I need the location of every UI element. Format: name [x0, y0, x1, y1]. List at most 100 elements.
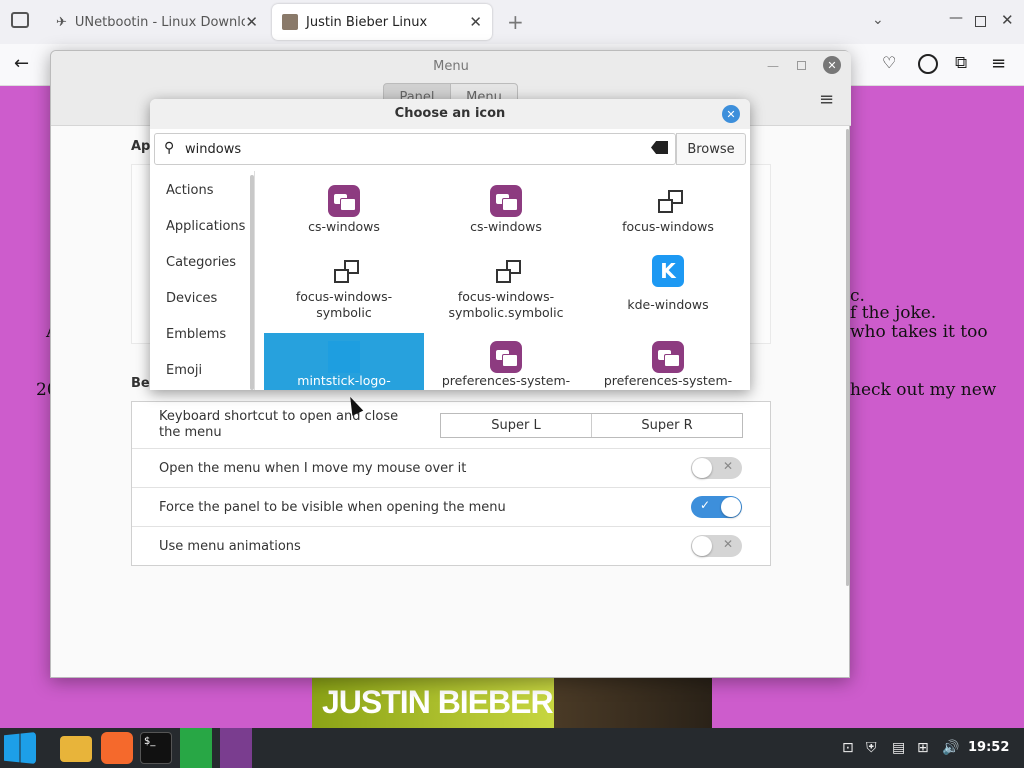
mintstick-logo-icon — [328, 341, 360, 373]
icon-item[interactable]: cs-windows — [264, 181, 424, 247]
icon-item[interactable]: focus-windows — [588, 181, 748, 247]
shield-icon[interactable] — [180, 728, 212, 768]
category-scrollbar[interactable] — [250, 175, 254, 390]
close-icon[interactable]: ✕ — [722, 105, 740, 123]
icon-grid: cs-windows cs-windows focus-windows focu… — [262, 181, 750, 390]
focus-windows-icon — [652, 185, 684, 217]
terminal-icon[interactable]: $_ — [140, 732, 172, 764]
account-icon[interactable] — [918, 54, 938, 74]
browse-button[interactable]: Browse — [676, 133, 746, 165]
network-icon[interactable]: ⊞ — [917, 740, 929, 756]
menu-icon[interactable]: ≡ — [991, 53, 1006, 74]
hover-open-row: Open the menu when I move my mouse over … — [132, 449, 770, 488]
search-icon: ⚲ — [164, 140, 175, 156]
hover-open-toggle[interactable]: ✕ — [691, 457, 742, 479]
shortcut-key[interactable]: Super R — [592, 414, 742, 437]
icon-label: preferences-system- — [441, 373, 571, 388]
icon-item[interactable]: preferences-system- — [588, 333, 748, 390]
maximize-icon[interactable] — [797, 61, 806, 70]
window-title: Menu — [433, 59, 469, 74]
scrollbar[interactable] — [846, 129, 849, 586]
close-icon[interactable]: ✕ — [245, 13, 258, 31]
hamburger-menu-icon[interactable]: ≡ — [819, 89, 834, 110]
keyboard-shortcut-row: Keyboard shortcut to open and close the … — [132, 402, 770, 449]
category-list: Actions Applications Categories Devices … — [152, 171, 255, 390]
cs-windows-icon — [328, 185, 360, 217]
clock[interactable]: 19:52 — [968, 740, 1009, 755]
tab-label: Justin Bieber Linux — [306, 14, 428, 30]
category-emoji[interactable]: Emoji — [166, 363, 202, 378]
files-icon[interactable] — [60, 736, 92, 762]
menu-animations-toggle[interactable]: ✕ — [691, 535, 742, 557]
browser-tab-bar: ✈ UNetbootin - Linux Downlo ✕ Justin Bie… — [0, 0, 1024, 44]
icon-label: focus-windows- symbolic.symbolic — [448, 289, 564, 320]
page-text-line: who takes it too — [850, 322, 988, 342]
choose-icon-dialog: Choose an icon ✕ ⚲ windows Browse Action… — [150, 99, 750, 390]
clear-search-icon[interactable] — [651, 141, 668, 154]
category-actions[interactable]: Actions — [166, 183, 214, 198]
icon-item-selected[interactable]: mintstick-logo- — [264, 333, 424, 390]
icon-item[interactable]: cs-windows — [426, 181, 586, 247]
cs-windows-icon — [490, 185, 522, 217]
row-label: Open the menu when I move my mouse over … — [159, 460, 467, 476]
focus-windows-symbolic-icon — [490, 255, 522, 287]
row-label: Use menu animations — [159, 539, 301, 554]
extensions-icon[interactable]: ⧉ — [955, 53, 967, 73]
icon-label: focus-windows- symbolic — [295, 289, 393, 320]
icon-item[interactable]: focus-windows- symbolic.symbolic — [426, 251, 586, 320]
justin-bieber-banner-image: JUSTIN BIEBER — [312, 678, 712, 728]
icon-search-input[interactable]: ⚲ windows — [154, 133, 676, 165]
icon-label: preferences-system- — [603, 373, 733, 388]
tab-list-icon[interactable] — [11, 12, 29, 28]
new-tab-button[interactable]: + — [507, 10, 524, 34]
icon-label: cs-windows — [470, 219, 542, 234]
app-grid-icon[interactable] — [220, 728, 252, 768]
notification-icon[interactable]: ⊡ — [842, 740, 854, 756]
icon-item[interactable]: K kde-windows — [588, 251, 748, 317]
kde-windows-icon: K — [652, 255, 684, 287]
icon-item[interactable]: preferences-system- — [426, 333, 586, 390]
minimize-icon[interactable]: — — [949, 10, 963, 26]
security-shield-icon[interactable]: ⛨ — [866, 740, 877, 756]
maximize-icon[interactable] — [975, 16, 986, 27]
close-icon[interactable]: ✕ — [469, 13, 482, 31]
category-devices[interactable]: Devices — [166, 291, 217, 306]
category-applications[interactable]: Applications — [166, 219, 245, 234]
tab-label: UNetbootin - Linux Downlo — [74, 14, 246, 30]
force-panel-toggle[interactable]: ✓ — [691, 496, 742, 518]
icon-label: mintstick-logo- — [297, 373, 391, 388]
back-icon[interactable]: ← — [14, 53, 29, 74]
keyboard-shortcut-field[interactable]: Super L Super R — [440, 413, 743, 438]
search-value: windows — [185, 142, 242, 157]
category-emblems[interactable]: Emblems — [166, 327, 226, 342]
icon-label: focus-windows — [622, 219, 714, 234]
close-window-icon[interactable]: ✕ — [1001, 11, 1014, 29]
icon-item[interactable]: focus-windows- symbolic — [264, 251, 424, 320]
shortcut-key[interactable]: Super L — [441, 414, 592, 437]
volume-icon[interactable]: 🔊 — [942, 740, 959, 756]
page-text-line: heck out my new — [850, 380, 997, 400]
page-text-line: f the joke. — [850, 303, 937, 323]
dialog-title: Choose an icon — [394, 106, 506, 121]
banner-title: JUSTIN BIEBER — [322, 684, 554, 720]
clipboard-icon[interactable]: ▤ — [892, 740, 905, 756]
taskbar: $_ ⊡ ⛨ ▤ ⊞ 🔊 19:52 — [0, 728, 1024, 768]
favicon-icon — [282, 14, 298, 30]
row-label: Force the panel to be visible when openi… — [159, 499, 506, 515]
category-categories[interactable]: Categories — [166, 255, 236, 270]
chevron-down-icon[interactable]: ⌄ — [872, 12, 884, 28]
start-menu-icon[interactable] — [4, 732, 36, 764]
pocket-icon[interactable]: ♡ — [882, 53, 896, 72]
menu-animations-row: Use menu animations ✕ — [132, 527, 770, 566]
preferences-system-icon — [652, 341, 684, 373]
close-icon[interactable]: ✕ — [823, 56, 841, 74]
tab-justin-bieber-linux[interactable]: Justin Bieber Linux ✕ — [272, 4, 492, 40]
force-panel-row: Force the panel to be visible when openi… — [132, 488, 770, 527]
row-label: Keyboard shortcut to open and close the … — [159, 409, 399, 440]
rocket-icon: ✈ — [56, 14, 67, 30]
minimize-icon[interactable]: — — [767, 59, 779, 73]
firefox-icon[interactable] — [101, 732, 133, 764]
icon-label: cs-windows — [308, 219, 380, 234]
focus-windows-symbolic-icon — [328, 255, 360, 287]
tab-unetbootin[interactable]: ✈ UNetbootin - Linux Downlo ✕ — [46, 4, 268, 40]
